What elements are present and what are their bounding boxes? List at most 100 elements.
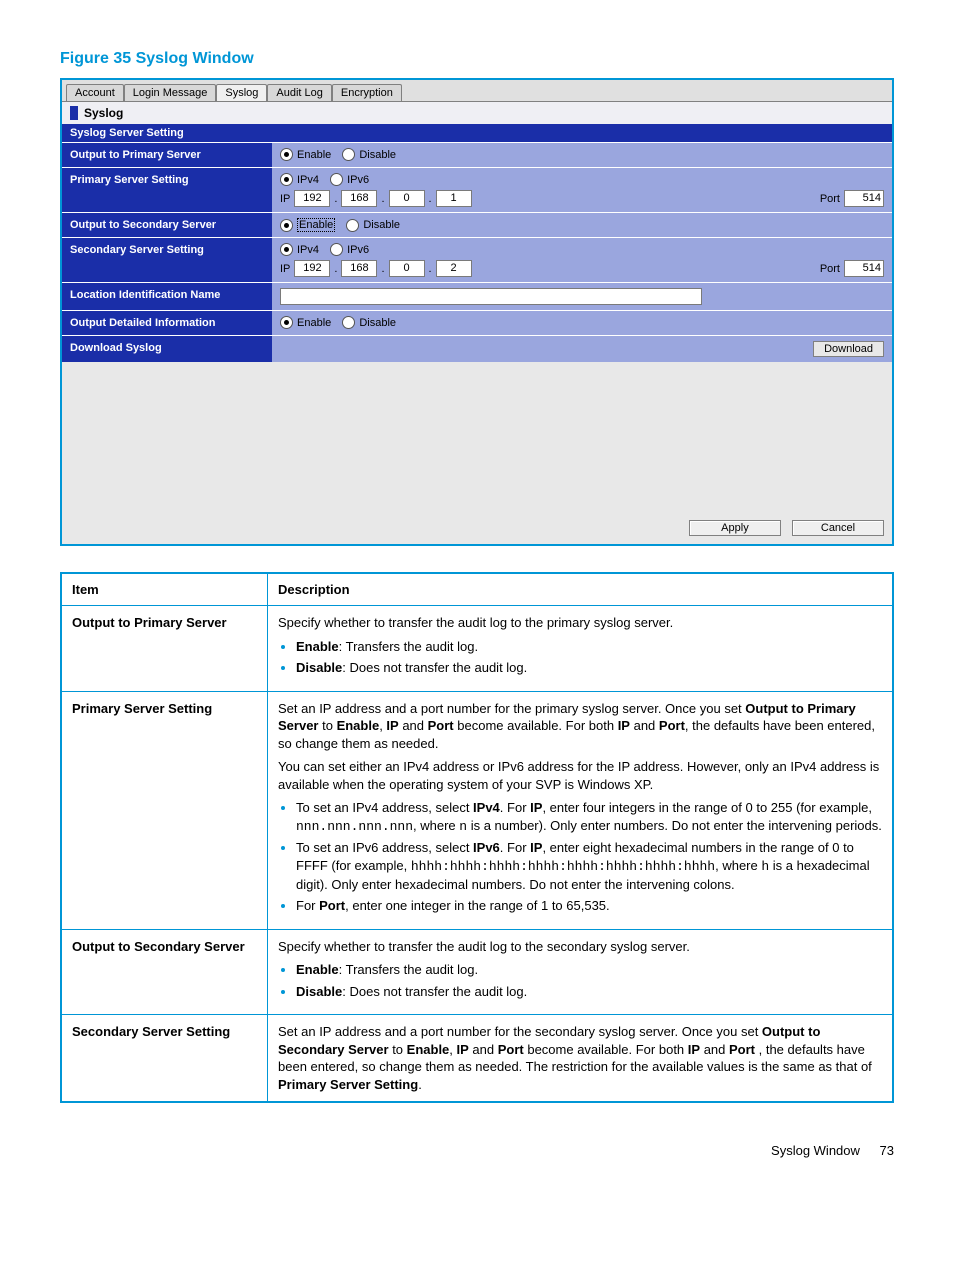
ip-octet-3[interactable]: 0: [389, 190, 425, 207]
row-output-secondary: Output to Secondary Server Enable Disabl…: [62, 212, 892, 237]
apply-button[interactable]: Apply: [689, 520, 781, 536]
ip-octet-1[interactable]: 192: [294, 190, 330, 207]
desc-text: : Does not transfer the audit log.: [342, 660, 527, 675]
ip-octet-4[interactable]: 2: [436, 260, 472, 277]
item-cell: Secondary Server Setting: [61, 1015, 268, 1103]
tab-audit-log[interactable]: Audit Log: [267, 84, 331, 101]
desc-text: to: [389, 1042, 407, 1057]
radio-outsecondary-disable[interactable]: [346, 219, 359, 232]
port-label: Port: [820, 263, 840, 275]
port-input-primary[interactable]: 514: [844, 190, 884, 207]
label-download: Download Syslog: [62, 336, 272, 362]
desc-bold: IP: [386, 718, 398, 733]
desc-text: To set an IPv6 address, select: [296, 840, 473, 855]
desc-text: .: [418, 1077, 422, 1092]
desc-text: ,: [449, 1042, 456, 1057]
radio-label: Disable: [363, 219, 400, 231]
radio-label: IPv6: [347, 244, 369, 256]
desc-bold: Port: [498, 1042, 524, 1057]
desc-text: Specify whether to transfer the audit lo…: [278, 615, 673, 630]
desc-bold: Disable: [296, 984, 342, 999]
desc-cell: Set an IP address and a port number for …: [268, 691, 894, 929]
th-item: Item: [61, 573, 268, 606]
desc-bold: IP: [618, 718, 630, 733]
desc-bold: IP: [530, 840, 542, 855]
section-title: Syslog: [84, 106, 123, 120]
item-cell: Primary Server Setting: [61, 691, 268, 929]
radio-label: IPv4: [297, 244, 319, 256]
page-footer: Syslog Window 73: [60, 1103, 894, 1158]
table-row: Secondary Server Setting Set an IP addre…: [61, 1015, 893, 1103]
ip-octet-3[interactable]: 0: [389, 260, 425, 277]
label-output-secondary: Output to Secondary Server: [62, 213, 272, 237]
row-location: Location Identification Name: [62, 282, 892, 310]
table-row: Output to Secondary Server Specify wheth…: [61, 929, 893, 1015]
port-label: Port: [820, 193, 840, 205]
desc-cell: Specify whether to transfer the audit lo…: [268, 606, 894, 692]
desc-text: , enter one integer in the range of 1 to…: [345, 898, 610, 913]
desc-text: become available. For both: [524, 1042, 688, 1057]
desc-text: and: [630, 718, 659, 733]
port-input-secondary[interactable]: 514: [844, 260, 884, 277]
radio-primary-ipv6[interactable]: [330, 173, 343, 186]
radio-detailed-enable[interactable]: [280, 316, 293, 329]
item-cell: Output to Primary Server: [61, 606, 268, 692]
desc-text: , where: [715, 858, 761, 873]
figure-title: Figure 35 Syslog Window: [60, 50, 894, 68]
ip-octet-4[interactable]: 1: [436, 190, 472, 207]
desc-text: to: [318, 718, 336, 733]
label-secondary-setting: Secondary Server Setting: [62, 238, 272, 282]
radio-secondary-ipv6[interactable]: [330, 243, 343, 256]
desc-text: , where: [413, 818, 459, 833]
radio-outsecondary-enable[interactable]: [280, 219, 293, 232]
desc-text: : Transfers the audit log.: [339, 639, 478, 654]
desc-text: Set an IP address and a port number for …: [278, 1024, 762, 1039]
syslog-screenshot: Account Login Message Syslog Audit Log E…: [60, 78, 894, 546]
desc-text: and: [399, 718, 428, 733]
cancel-button[interactable]: Cancel: [792, 520, 884, 536]
desc-text: , enter four integers in the range of 0 …: [542, 800, 872, 815]
ip-octet-1[interactable]: 192: [294, 260, 330, 277]
ip-octet-2[interactable]: 168: [341, 190, 377, 207]
desc-text: and: [469, 1042, 498, 1057]
page-number: 73: [880, 1143, 894, 1158]
desc-text: To set an IPv4 address, select: [296, 800, 473, 815]
table-row: Primary Server Setting Set an IP address…: [61, 691, 893, 929]
tab-encryption[interactable]: Encryption: [332, 84, 402, 101]
section-marker-icon: [70, 106, 78, 120]
radio-secondary-ipv4[interactable]: [280, 243, 293, 256]
ip-label: IP: [280, 263, 290, 275]
ip-octet-2[interactable]: 168: [341, 260, 377, 277]
label-output-primary: Output to Primary Server: [62, 143, 272, 167]
row-output-primary: Output to Primary Server Enable Disable: [62, 142, 892, 167]
desc-bold: IPv6: [473, 840, 500, 855]
desc-bold: Port: [659, 718, 685, 733]
row-detailed: Output Detailed Information Enable Disab…: [62, 310, 892, 335]
radio-detailed-disable[interactable]: [342, 316, 355, 329]
radio-primary-ipv4[interactable]: [280, 173, 293, 186]
desc-bold: IP: [457, 1042, 469, 1057]
desc-text: is a number). Only enter numbers. Do not…: [467, 818, 882, 833]
desc-text: Set an IP address and a port number for …: [278, 701, 745, 716]
row-primary-setting: Primary Server Setting IPv4 IPv6 IP 192.…: [62, 167, 892, 212]
desc-mono: h: [761, 859, 769, 874]
th-desc: Description: [268, 573, 894, 606]
label-primary-setting: Primary Server Setting: [62, 168, 272, 212]
radio-label: Disable: [359, 317, 396, 329]
radio-label: Disable: [359, 149, 396, 161]
radio-outprimary-disable[interactable]: [342, 148, 355, 161]
desc-bold: Enable: [407, 1042, 450, 1057]
desc-cell: Set an IP address and a port number for …: [268, 1015, 894, 1103]
tab-syslog[interactable]: Syslog: [216, 84, 267, 101]
desc-text: : Does not transfer the audit log.: [342, 984, 527, 999]
tab-account[interactable]: Account: [66, 84, 124, 101]
radio-label: IPv4: [297, 174, 319, 186]
download-button[interactable]: Download: [813, 341, 884, 357]
tab-login-message[interactable]: Login Message: [124, 84, 217, 101]
item-cell: Output to Secondary Server: [61, 929, 268, 1015]
footer-buttons: Apply Cancel: [62, 512, 892, 544]
radio-label: Enable: [297, 149, 331, 161]
location-input[interactable]: [280, 288, 702, 305]
radio-outprimary-enable[interactable]: [280, 148, 293, 161]
desc-text: become available. For both: [454, 718, 618, 733]
